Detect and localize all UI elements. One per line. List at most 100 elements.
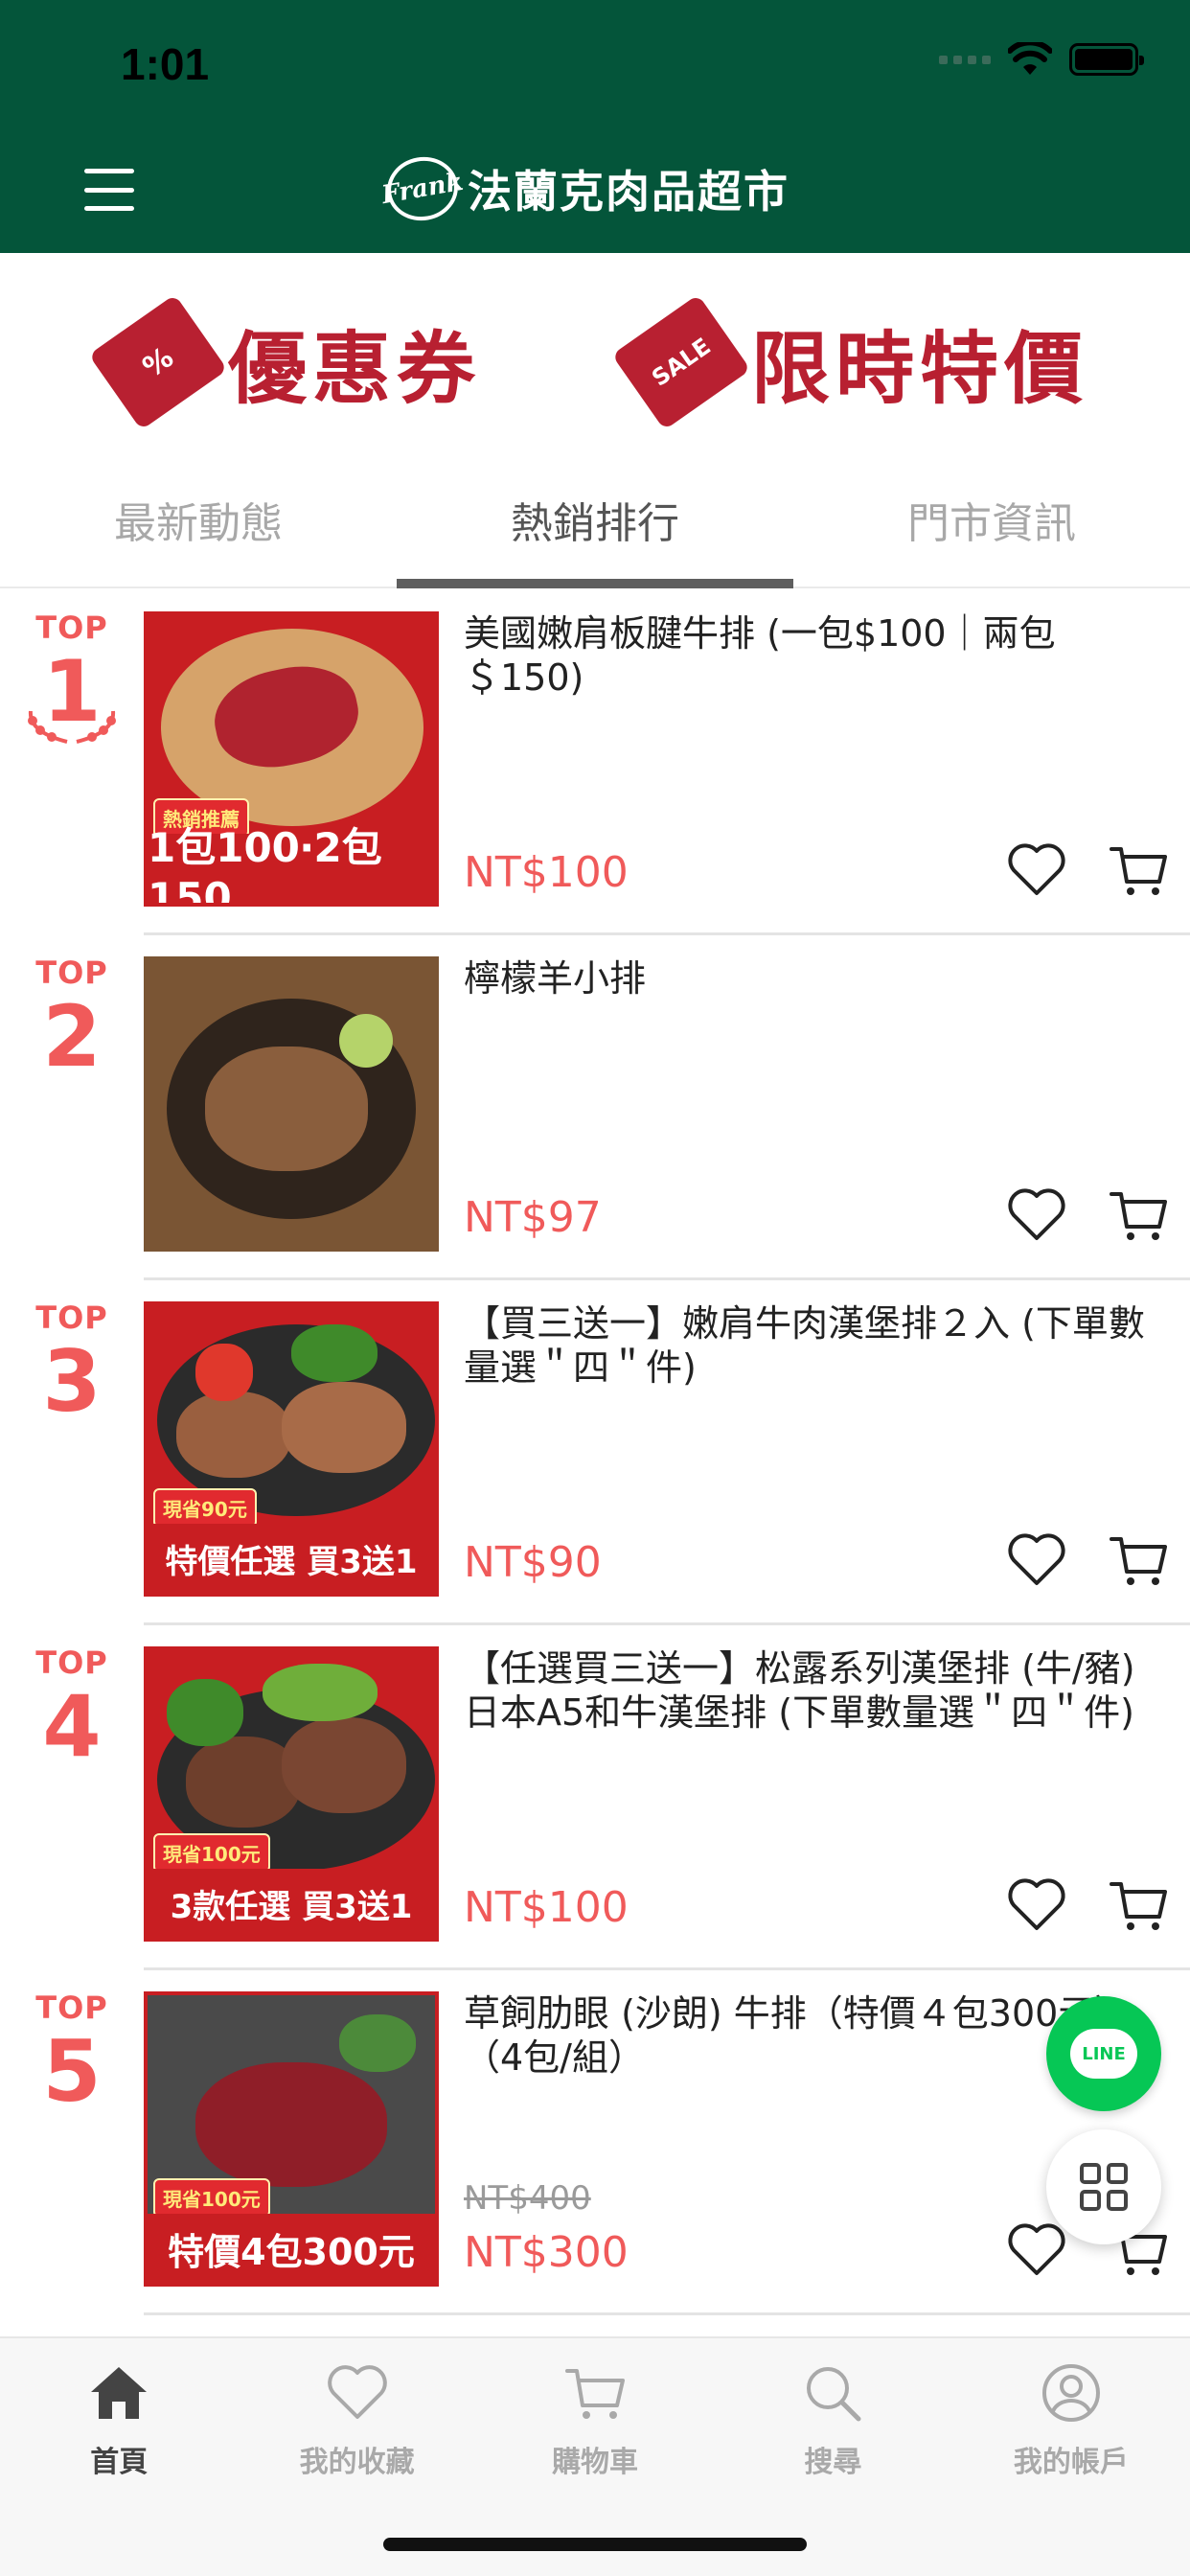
sale-label: 限時特價 — [751, 324, 1089, 415]
product-price: NT$97 — [464, 1193, 602, 1242]
brand: Frank 法蘭克肉品超市 — [379, 151, 790, 226]
image-banner: 特價4包300元 — [148, 2214, 435, 2283]
heart-icon[interactable] — [1006, 1874, 1067, 1936]
battery-icon — [1069, 43, 1144, 76]
image-chip: 現省100元 — [153, 1833, 270, 1873]
rank-top-label: TOP — [35, 1644, 108, 1681]
tab-bar: 最新動態 熱銷排行 門市資訊 — [0, 460, 1190, 588]
heart-icon[interactable] — [1006, 1184, 1067, 1246]
rank-badge: TOP 4 — [0, 1644, 144, 1773]
cart-icon[interactable] — [1108, 1874, 1169, 1936]
broccoli-shape — [167, 1679, 243, 1746]
coupon-tag-icon: % — [88, 293, 228, 430]
rank-number: 2 — [42, 987, 102, 1086]
home-indicator — [383, 2538, 807, 2551]
herb-shape — [339, 2014, 416, 2072]
heart-icon[interactable] — [1006, 2220, 1067, 2281]
cart-icon[interactable] — [1108, 1530, 1169, 1591]
cart-icon[interactable] — [1108, 1184, 1169, 1246]
rank-badge: TOP 1 — [0, 610, 144, 746]
lettuce-shape — [263, 1664, 378, 1721]
rank-badge: TOP 3 — [0, 1300, 144, 1428]
brand-name: 法蘭克肉品超市 — [468, 166, 790, 218]
product-price: NT$100 — [464, 1883, 629, 1932]
quick-menu-button[interactable] — [1046, 2129, 1161, 2244]
image-chip: 現省90元 — [153, 1488, 257, 1528]
rank-top-label: TOP — [35, 1300, 108, 1336]
product-price: NT$300 — [464, 2228, 629, 2277]
home-icon — [91, 2367, 148, 2419]
nav-home[interactable]: 首頁 — [0, 2338, 238, 2576]
rank-top-label: TOP — [35, 954, 108, 991]
heart-icon[interactable] — [1006, 1530, 1067, 1591]
product-image[interactable]: 現省100元 3款任選 買3送1 — [144, 1646, 439, 1942]
product-price: NT$100 — [464, 848, 629, 897]
list-item[interactable]: TOP 5 現省100元 特價4包300元 草飼肋眼 (沙朗) 牛排（特價４包3… — [0, 1970, 1190, 2315]
tab-store-info[interactable]: 門市資訊 — [793, 460, 1190, 586]
nav-home-label: 首頁 — [90, 2446, 149, 2479]
coupon-banner[interactable]: % 優惠券 — [88, 293, 482, 430]
status-time: 1:01 — [121, 39, 210, 89]
tab-bestsellers[interactable]: 熱銷排行 — [397, 460, 793, 588]
rank-number: 5 — [42, 2022, 102, 2121]
cart-icon[interactable] — [1108, 840, 1169, 901]
nav-cart-label: 購物車 — [552, 2446, 639, 2479]
image-chip: 現省100元 — [153, 2178, 270, 2218]
rank-number: 3 — [42, 1332, 102, 1431]
nav-account-label: 我的帳戶 — [1013, 2446, 1129, 2479]
line-icon: LINE — [1070, 2029, 1137, 2079]
broccoli-shape — [291, 1324, 378, 1382]
image-banner: 3款任選 買3送1 — [148, 1869, 435, 1938]
list-item[interactable]: TOP 2 檸檬羊小排 NT$97 — [0, 935, 1190, 1280]
grid-icon — [1080, 2163, 1128, 2211]
brand-logo: Frank — [379, 151, 466, 226]
nav-account[interactable]: 我的帳戶 — [952, 2338, 1190, 2576]
product-image[interactable]: 現省90元 特價任選 買3送1 — [144, 1301, 439, 1597]
patty-shape — [176, 1392, 291, 1478]
tab-news[interactable]: 最新動態 — [0, 460, 397, 586]
product-image[interactable]: 熱銷推薦 1包100‧2包150 — [144, 611, 439, 907]
product-price: NT$90 — [464, 1538, 602, 1587]
product-title[interactable]: 【任選買三送一】松露系列漢堡排 (牛/豬) 日本A5和牛漢堡排 (下單數量選＂四… — [464, 1646, 1167, 1735]
product-title[interactable]: 美國嫩肩板腱牛排 (一包$100｜兩包＄150) — [464, 611, 1167, 700]
search-icon — [807, 2367, 861, 2422]
rank-badge: TOP 5 — [0, 1990, 144, 2118]
divider — [144, 2312, 1190, 2315]
product-title[interactable]: 【買三送一】嫩肩牛肉漢堡排２入 (下單數量選＂四＂件) — [464, 1301, 1167, 1390]
product-image[interactable] — [144, 956, 439, 1252]
original-price: NT$400 — [464, 2179, 591, 2218]
sale-tag-icon: SALE — [611, 293, 751, 430]
product-image[interactable]: 現省100元 特價4包300元 — [144, 1991, 439, 2287]
app-header: 1:01 Frank 法蘭克肉品超市 — [0, 0, 1190, 253]
image-banner: 特價任選 買3送1 — [148, 1524, 435, 1593]
wifi-icon — [1008, 42, 1052, 75]
rank-top-label: TOP — [35, 610, 108, 646]
heart-icon[interactable] — [1006, 840, 1067, 901]
pepper-shape — [195, 1344, 253, 1401]
account-icon — [1041, 2364, 1100, 2422]
product-title[interactable]: 檸檬羊小排 — [464, 956, 1167, 1000]
nav-favorites-label: 我的收藏 — [299, 2446, 415, 2479]
coupon-label: 優惠券 — [228, 324, 482, 415]
sale-banner[interactable]: SALE 限時特價 — [611, 293, 1089, 430]
patty-shape — [282, 1717, 406, 1813]
rank-badge: TOP 2 — [0, 954, 144, 1083]
rank-top-label: TOP — [35, 1990, 108, 2026]
image-banner: 1包100‧2包150 — [148, 824, 435, 903]
menu-button[interactable] — [84, 169, 134, 211]
heart-icon — [327, 2365, 387, 2419]
line-chat-button[interactable]: LINE — [1046, 1996, 1161, 2111]
list-item[interactable]: TOP 3 現省90元 特價任選 買3送1 【買三送一】嫩肩牛肉漢堡排２入 (下… — [0, 1280, 1190, 1625]
ranking-list: TOP 1 熱銷推薦 1包100‧2包150 美國嫩肩板腱牛排 (一包$100｜… — [0, 590, 1190, 2315]
lemon-shape — [339, 1014, 393, 1068]
patty-shape — [282, 1382, 406, 1473]
steak-shape — [195, 2062, 387, 2187]
lamb-shape — [205, 1046, 368, 1171]
cart-icon — [565, 2369, 626, 2419]
list-item[interactable]: TOP 1 熱銷推薦 1包100‧2包150 美國嫩肩板腱牛排 (一包$100｜… — [0, 590, 1190, 935]
rank-number: 4 — [42, 1677, 102, 1776]
nav-search-label: 搜尋 — [804, 2446, 862, 2479]
signal-icon — [939, 55, 991, 64]
list-item[interactable]: TOP 4 現省100元 3款任選 買3送1 【任選買三送一】松露系列漢堡排 (… — [0, 1625, 1190, 1970]
status-icons — [939, 42, 1144, 77]
